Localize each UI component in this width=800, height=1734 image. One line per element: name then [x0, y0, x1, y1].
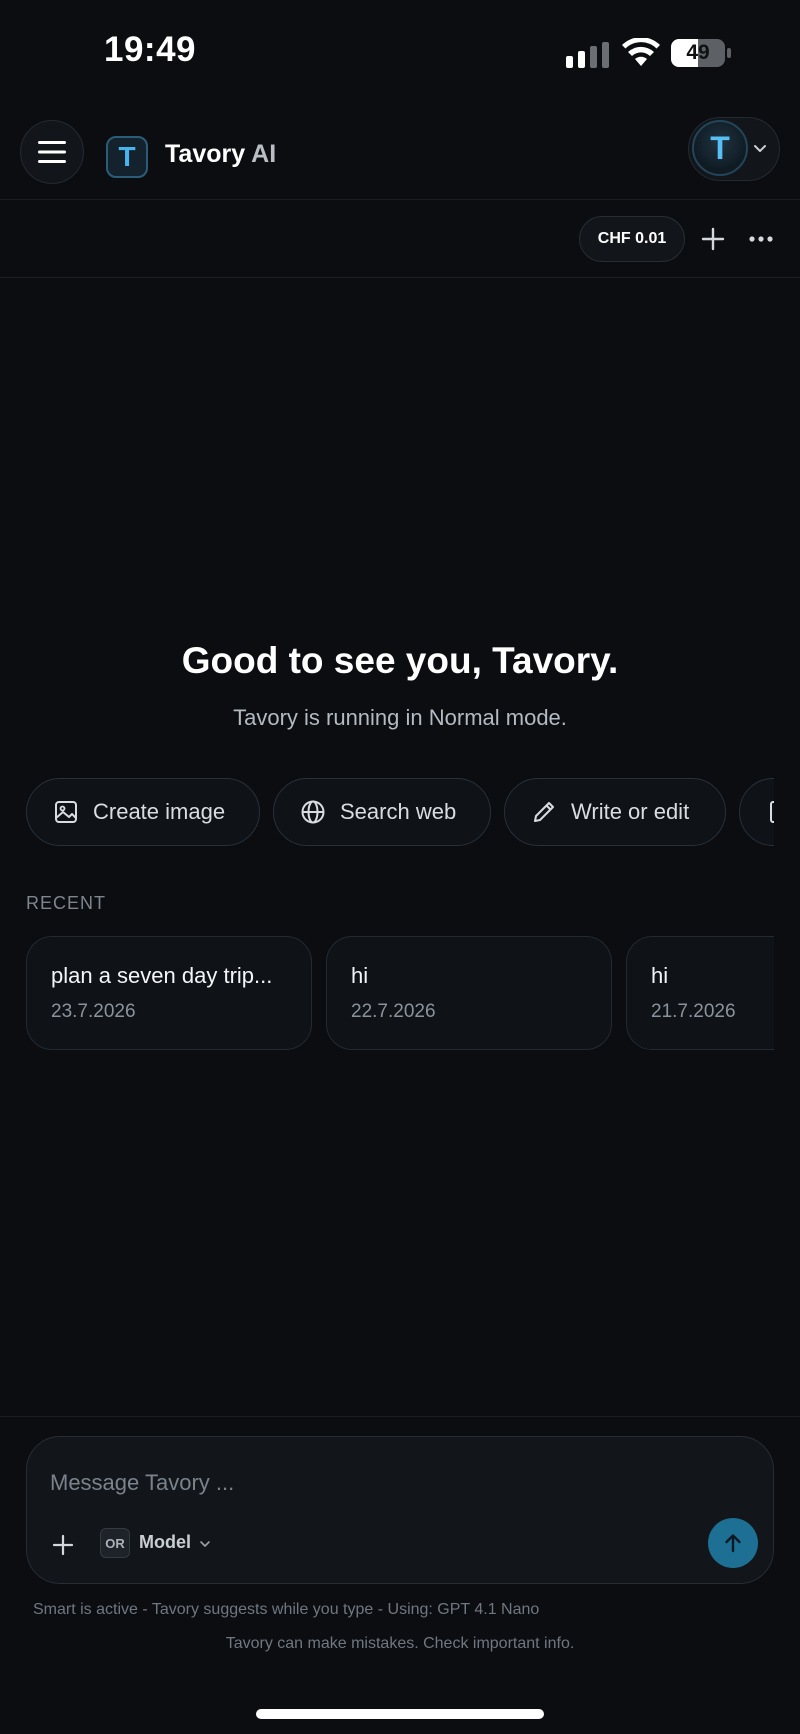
model-selector[interactable]: Model [139, 1532, 191, 1553]
avatar-letter: T [710, 129, 730, 166]
message-input[interactable] [50, 1466, 710, 1500]
chevron-down-icon[interactable] [198, 1537, 212, 1551]
app-suffix: AI [251, 140, 277, 168]
more-options-icon[interactable] [748, 228, 774, 250]
recent-title: hi [351, 963, 369, 988]
app-name: Tavory [165, 140, 246, 168]
cellular-signal-icon [566, 42, 609, 68]
credit-balance[interactable]: CHF 0.01 [579, 216, 685, 262]
chevron-down-icon[interactable] [752, 140, 768, 156]
recent-card[interactable]: hi 21.7.2026 [626, 936, 774, 1050]
recent-date: 23.7.2026 [51, 1001, 136, 1022]
smart-status-note: Smart is active - Tavory suggests while … [33, 1601, 540, 1618]
battery-level: 49 [686, 41, 710, 64]
create-image-button[interactable]: Create image [26, 778, 260, 846]
search-web-button[interactable]: Search web [273, 778, 491, 846]
recent-card[interactable]: hi 22.7.2026 [326, 936, 612, 1050]
pencil-icon [534, 802, 554, 822]
recent-title: hi [651, 963, 669, 988]
composer-box [26, 1436, 774, 1584]
greeting-title: Good to see you, Tavory. [181, 640, 619, 681]
send-button[interactable] [708, 1518, 758, 1568]
document-icon [770, 801, 774, 823]
new-chat-plus-icon[interactable] [700, 226, 726, 252]
recent-title: plan a seven day trip... [51, 963, 273, 988]
create-image-label: Create image [93, 799, 226, 824]
menu-button[interactable] [20, 120, 84, 184]
header-divider [0, 199, 800, 200]
arrow-up-icon [725, 1534, 741, 1553]
app-logo: T [106, 136, 148, 178]
home-indicator[interactable] [256, 1709, 544, 1719]
model-badge[interactable]: OR [100, 1528, 130, 1558]
image-icon [55, 801, 77, 823]
battery-icon: 49 [670, 38, 732, 68]
status-time: 19:49 [104, 30, 197, 69]
hamburger-icon [38, 141, 66, 163]
write-or-edit-button[interactable]: Write or edit [504, 778, 726, 846]
search-web-label: Search web [340, 799, 457, 824]
app-title: Tavory AI [165, 140, 276, 169]
recent-card[interactable]: plan a seven day trip... 23.7.2026 [26, 936, 312, 1050]
toolbar-divider [0, 277, 800, 278]
composer-divider [0, 1416, 800, 1417]
disclaimer: Tavory can make mistakes. Check importan… [225, 1635, 575, 1652]
greeting-subtitle: Tavory is running in Normal mode. [233, 705, 567, 730]
recent-date: 21.7.2026 [651, 1001, 736, 1022]
globe-icon [301, 800, 325, 824]
logo-letter: T [118, 141, 136, 172]
recent-list: plan a seven day trip... 23.7.2026 hi 22… [26, 936, 774, 1050]
recent-heading: RECENT [26, 893, 107, 913]
recent-date: 22.7.2026 [351, 1001, 436, 1022]
wifi-icon [622, 38, 660, 66]
quick-actions: Create image Search web Write or edit [26, 778, 774, 846]
attach-plus-icon[interactable] [50, 1532, 76, 1558]
write-or-edit-label: Write or edit [571, 799, 690, 824]
more-action-button[interactable] [739, 778, 774, 846]
avatar[interactable]: T [692, 120, 748, 176]
